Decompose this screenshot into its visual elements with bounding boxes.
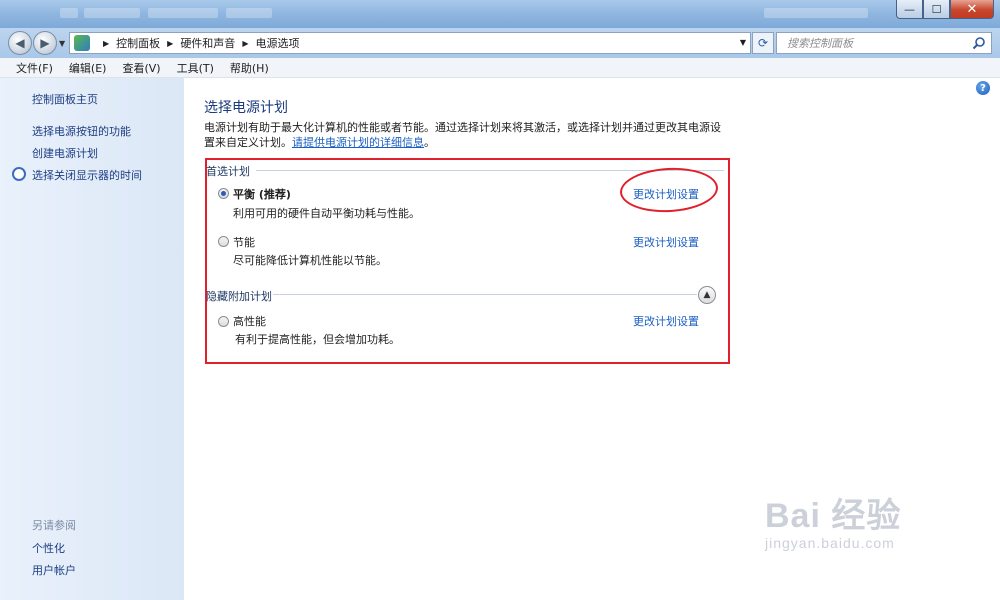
maximize-button[interactable]: ☐ xyxy=(923,0,950,19)
baidu-jingyan-watermark: Bai 经验 jingyan.baidu.com xyxy=(765,488,901,551)
breadcrumb-control-panel[interactable]: 控制面板 xyxy=(116,35,160,51)
sidebar-item-power-buttons[interactable]: 选择电源按钮的功能 xyxy=(32,123,131,139)
change-plan-settings-link-power-saver[interactable]: 更改计划设置 xyxy=(633,234,699,250)
description-period: 。 xyxy=(424,136,435,149)
search-input[interactable]: 搜索控制面板 xyxy=(787,35,853,51)
control-panel-icon xyxy=(74,35,90,51)
plan-radio-high-performance[interactable] xyxy=(218,316,229,327)
navigation-bar: ◀ ▶ ▼ ▶ 控制面板 ▶ 硬件和声音 ▶ 电源选项 ▼ ⟳ 搜索控制面板 xyxy=(0,28,1000,58)
recent-pages-dropdown-icon[interactable]: ▼ xyxy=(59,39,65,48)
page-title: 选择电源计划 xyxy=(204,100,288,116)
title-bar: — ☐ ✕ xyxy=(0,0,1000,28)
close-button[interactable]: ✕ xyxy=(950,0,994,19)
breadcrumb-power-options[interactable]: 电源选项 xyxy=(255,35,299,51)
search-icon[interactable] xyxy=(972,36,986,50)
title-ghost-block xyxy=(764,8,868,18)
help-icon[interactable]: ? xyxy=(976,81,990,95)
plan-name-high-performance[interactable]: 高性能 xyxy=(233,313,266,329)
sidebar: 控制面板主页 选择电源按钮的功能 创建电源计划 选择关闭显示器的时间 另请参阅 … xyxy=(0,78,184,600)
chevron-right-icon[interactable]: ▶ xyxy=(167,39,173,48)
sidebar-item-control-panel-home[interactable]: 控制面板主页 xyxy=(32,91,98,107)
back-button[interactable]: ◀ xyxy=(8,31,32,55)
see-also-heading: 另请参阅 xyxy=(32,519,76,532)
menu-bar: 文件(F) 编辑(E) 查看(V) 工具(T) 帮助(H) xyxy=(0,58,1000,78)
menu-edit[interactable]: 编辑(E) xyxy=(61,60,115,76)
sidebar-item-create-plan[interactable]: 创建电源计划 xyxy=(32,145,98,161)
sidebar-item-display-off-time[interactable]: 选择关闭显示器的时间 xyxy=(32,167,142,183)
menu-view[interactable]: 查看(V) xyxy=(114,60,168,76)
search-box[interactable]: 搜索控制面板 xyxy=(776,32,992,54)
menu-file[interactable]: 文件(F) xyxy=(8,60,61,76)
breadcrumb-hardware-sound[interactable]: 硬件和声音 xyxy=(180,35,235,51)
title-ghost-block xyxy=(84,8,140,18)
change-plan-settings-link-high-performance[interactable]: 更改计划设置 xyxy=(633,313,699,329)
refresh-icon: ⟳ xyxy=(757,36,769,50)
plan-description-power-saver: 尽可能降低计算机性能以节能。 xyxy=(233,254,387,267)
menu-tools[interactable]: 工具(T) xyxy=(169,60,222,76)
description-text: 电源计划有助于最大化计算机的性能或者节能。通过选择计划来将其激活，或选择计划并通… xyxy=(204,121,721,149)
chevron-right-icon[interactable]: ▶ xyxy=(103,39,109,48)
hidden-plans-heading[interactable]: 隐藏附加计划 xyxy=(206,288,272,304)
watermark-brand: Bai 经验 xyxy=(765,497,902,535)
minimize-button[interactable]: — xyxy=(896,0,923,19)
forward-button[interactable]: ▶ xyxy=(33,31,57,55)
menu-help[interactable]: 帮助(H) xyxy=(222,60,277,76)
plan-details-link[interactable]: 请提供电源计划的详细信息 xyxy=(292,136,424,149)
refresh-button[interactable]: ⟳ xyxy=(752,32,774,54)
plan-description-high-performance: 有利于提高性能，但会增加功耗。 xyxy=(235,333,400,346)
sidebar-item-personalization[interactable]: 个性化 xyxy=(32,540,65,556)
plan-radio-balanced[interactable] xyxy=(218,188,229,199)
divider xyxy=(273,294,697,295)
watermark-url: jingyan.baidu.com xyxy=(765,535,895,551)
title-ghost-block xyxy=(226,8,272,18)
collapse-chevron-up-icon[interactable]: ▲ xyxy=(698,286,716,304)
plan-name-power-saver[interactable]: 节能 xyxy=(233,234,255,250)
address-dropdown-icon[interactable]: ▼ xyxy=(740,38,746,47)
plan-name-balanced[interactable]: 平衡 (推荐) xyxy=(233,186,291,202)
chevron-right-icon[interactable]: ▶ xyxy=(242,39,248,48)
page-description: 电源计划有助于最大化计算机的性能或者节能。通过选择计划来将其激活，或选择计划并通… xyxy=(204,120,724,150)
plan-description-balanced: 利用可用的硬件自动平衡功耗与性能。 xyxy=(233,207,420,220)
clock-icon xyxy=(12,167,26,181)
window-controls: — ☐ ✕ xyxy=(896,0,994,19)
address-bar[interactable]: ▶ 控制面板 ▶ 硬件和声音 ▶ 电源选项 ▼ xyxy=(69,32,751,54)
plan-radio-power-saver[interactable] xyxy=(218,236,229,247)
sidebar-item-user-accounts[interactable]: 用户帐户 xyxy=(32,562,76,578)
preferred-plans-heading: 首选计划 xyxy=(206,165,250,178)
title-ghost-block xyxy=(148,8,218,18)
title-ghost-block xyxy=(60,8,78,18)
